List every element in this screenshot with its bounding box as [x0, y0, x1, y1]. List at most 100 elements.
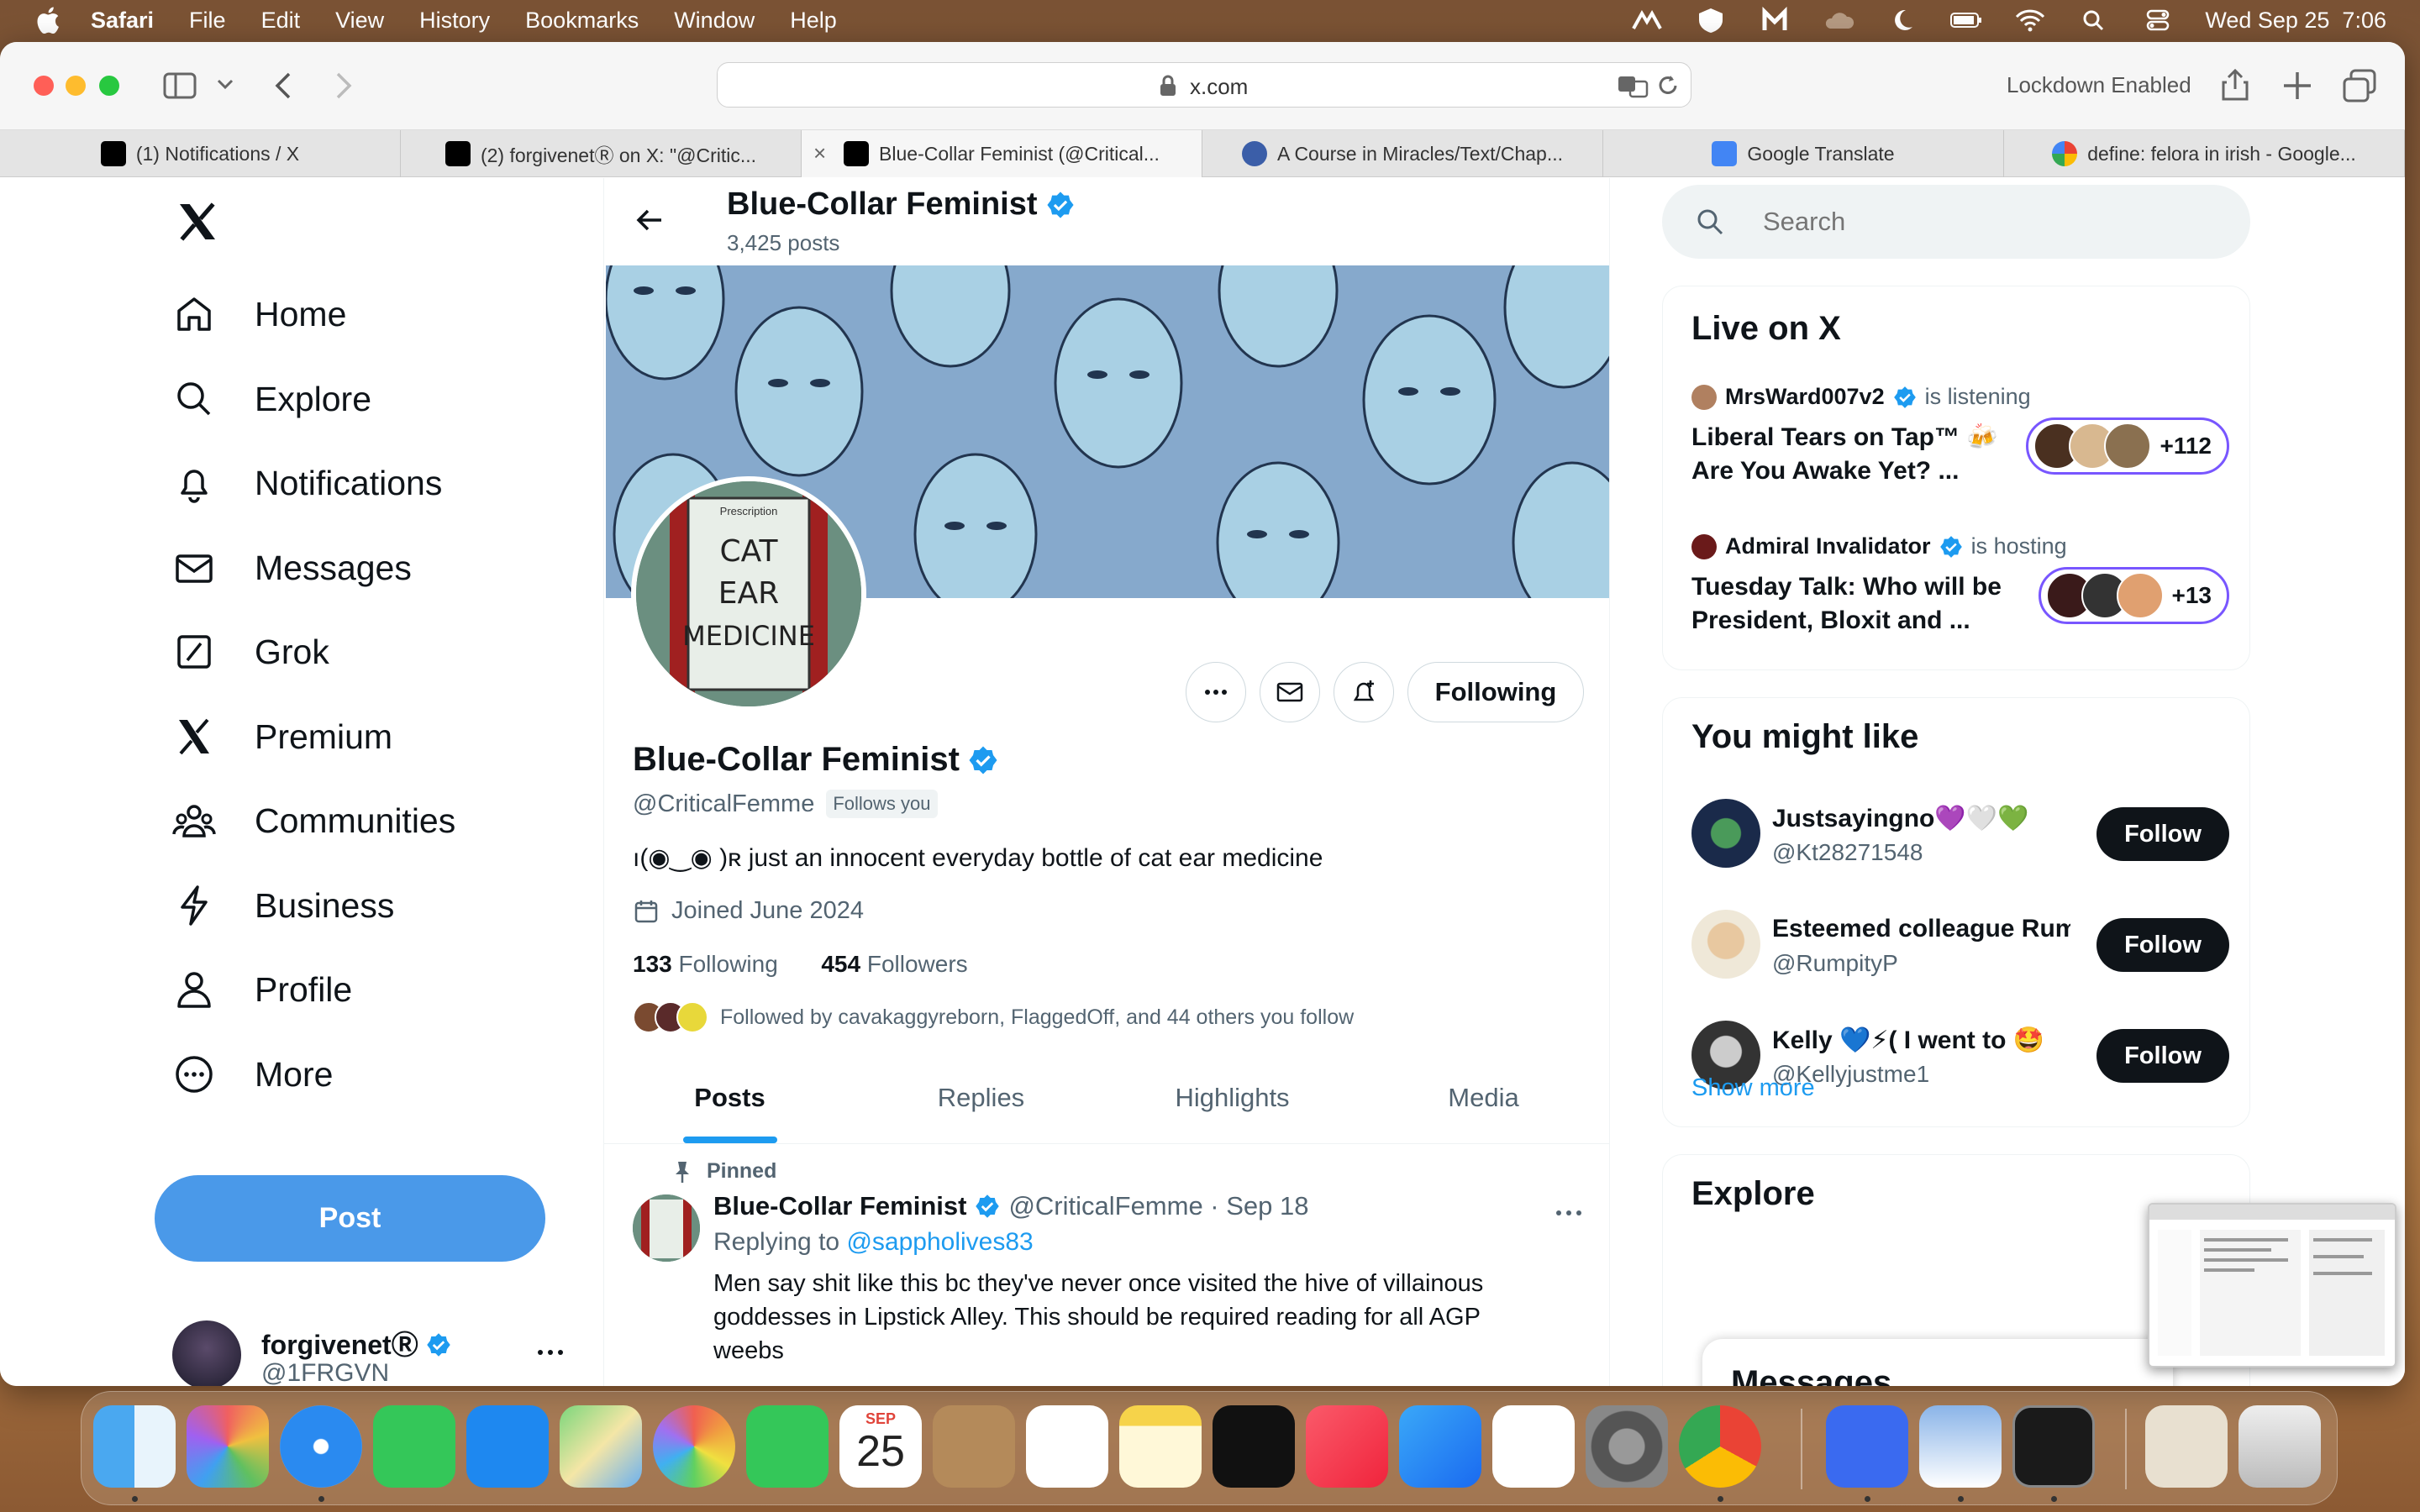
menu-edit[interactable]: Edit	[261, 8, 301, 34]
nav-messages[interactable]: Messages	[172, 543, 412, 593]
menu-app-name[interactable]: Safari	[91, 8, 154, 34]
tab-notifications[interactable]: (1) Notifications / X	[0, 130, 401, 177]
show-more-link[interactable]: Show more	[1691, 1074, 1815, 1102]
close-tab-icon[interactable]: ×	[813, 140, 826, 166]
follow-button[interactable]: Follow	[2096, 807, 2229, 861]
spotlight-search-icon[interactable]	[2077, 7, 2111, 34]
nav-home[interactable]: Home	[172, 289, 346, 339]
wifi-icon[interactable]	[2013, 7, 2047, 34]
maps-icon[interactable]	[560, 1405, 642, 1488]
nav-more[interactable]: More	[172, 1049, 333, 1100]
close-window-button[interactable]	[34, 76, 54, 96]
nav-business[interactable]: Business	[172, 880, 394, 931]
calendar-icon[interactable]: SEP 25	[839, 1405, 922, 1488]
back-icon[interactable]	[266, 67, 302, 104]
screenshot-thumbnail[interactable]	[2148, 1203, 2396, 1368]
launchpad-icon[interactable]	[187, 1405, 269, 1488]
tab-forgivenet-post[interactable]: (2) forgivenetⓇ on X: "@Critic...	[401, 130, 802, 177]
mail-icon[interactable]	[466, 1405, 549, 1488]
followers-count-link[interactable]: 454 Followers	[821, 951, 967, 977]
menu-file[interactable]: File	[189, 8, 226, 34]
cloud-icon[interactable]	[1822, 7, 1855, 34]
tab-blue-collar-feminist[interactable]: × Blue-Collar Feminist (@Critical...	[802, 130, 1202, 177]
safari-icon[interactable]	[280, 1405, 362, 1488]
shield-menu-icon[interactable]	[1694, 7, 1728, 34]
profile-avatar[interactable]: Prescription CAT EAR MEDICINE	[631, 476, 866, 711]
more-dots-icon[interactable]	[534, 1336, 567, 1369]
reply-mention-link[interactable]: @sappholives83	[846, 1228, 1033, 1256]
reminders-icon[interactable]	[1026, 1405, 1108, 1488]
notes-icon[interactable]	[1119, 1405, 1202, 1488]
following-button[interactable]: Following	[1407, 662, 1584, 722]
downloads-icon[interactable]	[2145, 1405, 2228, 1488]
settings-icon[interactable]	[1586, 1405, 1668, 1488]
menu-window[interactable]: Window	[674, 8, 755, 34]
nav-premium[interactable]: Premium	[172, 711, 392, 762]
x-logo-icon[interactable]	[172, 198, 223, 245]
avatar[interactable]	[633, 1194, 700, 1262]
tab-overview-icon[interactable]	[2341, 67, 2378, 104]
moon-icon[interactable]	[1886, 7, 1919, 34]
messages-icon[interactable]	[373, 1405, 455, 1488]
follow-button[interactable]: Follow	[2096, 918, 2229, 972]
menu-view[interactable]: View	[335, 8, 384, 34]
nav-explore[interactable]: Explore	[172, 374, 371, 424]
tab-course-in-miracles[interactable]: A Course in Miracles/Text/Chap...	[1202, 130, 1603, 177]
freeform-icon[interactable]	[1492, 1405, 1575, 1488]
preview-icon[interactable]	[1919, 1405, 2002, 1488]
reload-icon[interactable]	[1655, 73, 1681, 98]
activity-monitor-icon[interactable]	[2012, 1405, 2095, 1488]
menu-bookmarks[interactable]: Bookmarks	[525, 8, 639, 34]
message-button[interactable]	[1260, 662, 1320, 722]
new-tab-icon[interactable]	[2279, 67, 2316, 104]
menu-help[interactable]: Help	[790, 8, 837, 34]
tab-posts[interactable]: Posts	[604, 1052, 855, 1143]
zoom-window-button[interactable]	[99, 76, 119, 96]
sidebar-toggle-icon[interactable]	[161, 67, 198, 104]
follow-button[interactable]: Follow	[2096, 1029, 2229, 1083]
tab-replies[interactable]: Replies	[855, 1052, 1107, 1143]
trash-icon[interactable]	[2238, 1405, 2321, 1488]
finder-icon[interactable]	[93, 1405, 176, 1488]
messages-drawer[interactable]: Messages	[1702, 1339, 2173, 1386]
photos-icon[interactable]	[653, 1405, 735, 1488]
menu-datetime[interactable]: Wed Sep 25 7:06	[2205, 8, 2386, 34]
tab-google-translate[interactable]: Google Translate	[1603, 130, 2004, 177]
tab-media[interactable]: Media	[1358, 1052, 1609, 1143]
battery-icon[interactable]	[1949, 7, 1983, 34]
malwarebytes-icon[interactable]	[1758, 7, 1791, 34]
forward-icon[interactable]	[324, 67, 361, 104]
nav-profile[interactable]: Profile	[172, 964, 352, 1015]
appstore-icon[interactable]	[1399, 1405, 1481, 1488]
more-options-button[interactable]	[1186, 662, 1246, 722]
tab-highlights[interactable]: Highlights	[1107, 1052, 1358, 1143]
app-icon[interactable]	[1826, 1405, 1908, 1488]
nav-notifications[interactable]: Notifications	[172, 458, 442, 508]
chrome-icon[interactable]	[1679, 1405, 1761, 1488]
notifications-bell-button[interactable]	[1334, 662, 1394, 722]
nav-communities[interactable]: Communities	[172, 795, 455, 846]
following-count-link[interactable]: 133 Following	[633, 951, 778, 977]
contacts-icon[interactable]	[933, 1405, 1015, 1488]
search-box[interactable]	[1662, 185, 2250, 259]
listeners-pill[interactable]: +13	[2038, 567, 2229, 624]
address-bar[interactable]: x.com	[717, 62, 1691, 108]
search-input[interactable]	[1763, 207, 2183, 237]
back-arrow-icon[interactable]	[633, 203, 666, 237]
menu-history[interactable]: History	[419, 8, 490, 34]
surfshark-icon[interactable]	[1630, 7, 1664, 34]
apple-icon[interactable]	[34, 4, 66, 36]
share-icon[interactable]	[2217, 66, 2254, 102]
listeners-pill[interactable]: +112	[2026, 417, 2229, 475]
suggestion-item[interactable]: Justsayingno💜🤍💚 @Kt28271548 Follow	[1691, 799, 2229, 874]
tweet-author-name[interactable]: Blue-Collar Feminist	[713, 1191, 966, 1221]
music-icon[interactable]	[1306, 1405, 1388, 1488]
chevron-down-icon[interactable]	[210, 69, 240, 99]
control-center-icon[interactable]	[2141, 7, 2175, 34]
post-button[interactable]: Post	[155, 1175, 545, 1262]
suggestion-item[interactable]: Esteemed colleague Rumpity @RumpityP Fol…	[1691, 910, 2229, 985]
tweet-more-icon[interactable]	[1552, 1196, 1586, 1230]
nav-grok[interactable]: Grok	[172, 627, 329, 677]
tab-google-search[interactable]: define: felora in irish - Google...	[2004, 130, 2405, 177]
tv-icon[interactable]	[1213, 1405, 1295, 1488]
